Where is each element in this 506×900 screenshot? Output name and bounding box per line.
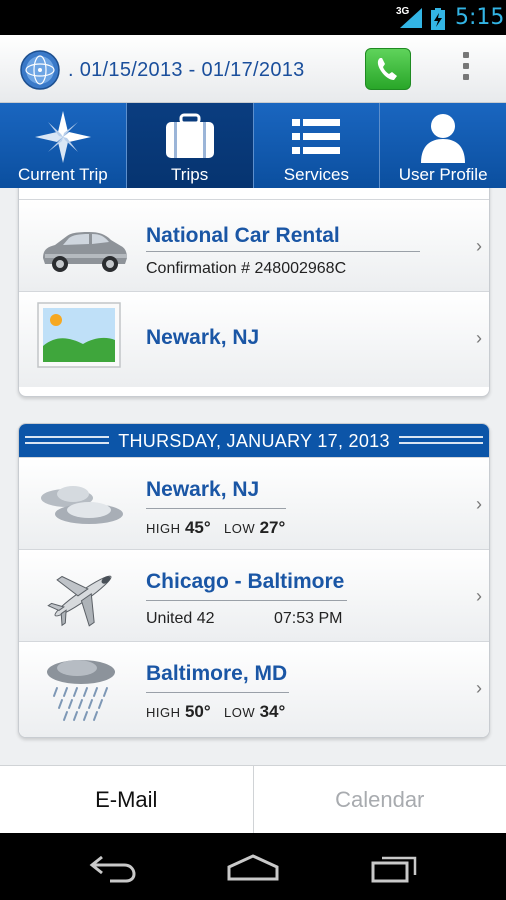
row-title: National Car Rental <box>146 224 340 247</box>
row-title: Newark, NJ <box>146 478 260 501</box>
tab-label: Trips <box>171 165 209 184</box>
trip-itinerary: National Car Rental Confirmation # 24800… <box>0 188 506 765</box>
tab-label: Current Trip <box>18 165 108 184</box>
row-divider <box>146 600 347 601</box>
rain-icon <box>47 660 115 721</box>
list-item[interactable]: Baltimore, MD HIGH 50° LOW 34° › <box>19 641 489 737</box>
tab-trips[interactable]: Trips <box>126 103 254 188</box>
flight-time: 07:53 PM <box>274 610 343 627</box>
tab-label: Services <box>283 165 349 184</box>
chevron-right-icon: › <box>476 494 482 514</box>
system-nav-bar <box>0 833 506 900</box>
overflow-menu-icon[interactable] <box>460 52 472 88</box>
status-bar: 3G 5:15 <box>0 0 506 35</box>
tab-label: User Profile <box>398 165 488 184</box>
bottom-action-bar: E-Mail Calendar <box>0 765 506 833</box>
trip-date-range: . 01/15/2013 - 01/17/2013 <box>68 59 305 81</box>
day-header: THURSDAY, JANUARY 17, 2013 <box>19 424 489 457</box>
confirmation-number: Confirmation # 248002968C <box>146 260 347 277</box>
row-divider <box>146 692 289 693</box>
row-title: Newark, NJ <box>146 326 260 349</box>
flight-number: United 42 <box>146 610 215 627</box>
email-button[interactable]: E-Mail <box>0 766 254 833</box>
app-header: . 01/15/2013 - 01/17/2013 <box>0 35 506 103</box>
itinerary-card: THURSDAY, JANUARY 17, 2013 Newark, NJ HI… <box>18 423 490 738</box>
list-item[interactable]: National Car Rental Confirmation # 24800… <box>19 199 489 291</box>
list-item[interactable]: Newark, NJ › <box>19 291 489 387</box>
battery-charging-icon <box>431 8 445 30</box>
signal-icon <box>400 8 422 28</box>
back-icon[interactable] <box>88 853 138 883</box>
row-title: Baltimore, MD <box>146 662 288 685</box>
call-button[interactable] <box>365 48 411 90</box>
list-icon <box>292 119 341 154</box>
main-tabs: Current Trip Trips Services User Profile <box>0 103 506 188</box>
chevron-right-icon: › <box>476 328 482 348</box>
user-icon <box>421 114 466 163</box>
calendar-button[interactable]: Calendar <box>254 766 506 833</box>
temperature-range: HIGH 45° LOW 27° <box>146 518 286 537</box>
briefcase-icon <box>165 113 214 158</box>
chevron-right-icon: › <box>476 586 482 606</box>
itinerary-card: National Car Rental Confirmation # 24800… <box>18 188 490 397</box>
chevron-right-icon: › <box>476 236 482 256</box>
tab-user-profile[interactable]: User Profile <box>380 103 506 188</box>
clock: 5:15 <box>455 5 505 30</box>
recent-apps-icon[interactable] <box>370 853 420 883</box>
day-header-date: THURSDAY, JANUARY 17, 2013 <box>19 431 489 452</box>
car-icon <box>43 232 127 272</box>
home-icon[interactable] <box>226 853 280 883</box>
phone-icon <box>377 58 397 80</box>
chevron-right-icon: › <box>476 678 482 698</box>
tab-services[interactable]: Services <box>253 103 381 188</box>
row-divider <box>146 251 420 252</box>
compass-icon <box>34 111 91 163</box>
row-title: Chicago - Baltimore <box>146 570 345 593</box>
list-item[interactable]: Chicago - Baltimore United 42 07:53 PM › <box>19 549 489 641</box>
globe-icon[interactable] <box>20 50 60 90</box>
cloudy-icon <box>41 486 123 524</box>
list-item[interactable]: Newark, NJ HIGH 45° LOW 27° › <box>19 457 489 549</box>
row-divider <box>146 508 286 509</box>
temperature-range: HIGH 50° LOW 34° <box>146 702 286 721</box>
tab-current-trip[interactable]: Current Trip <box>0 103 127 188</box>
airplane-icon <box>47 575 112 627</box>
landscape-image-icon <box>37 302 121 368</box>
